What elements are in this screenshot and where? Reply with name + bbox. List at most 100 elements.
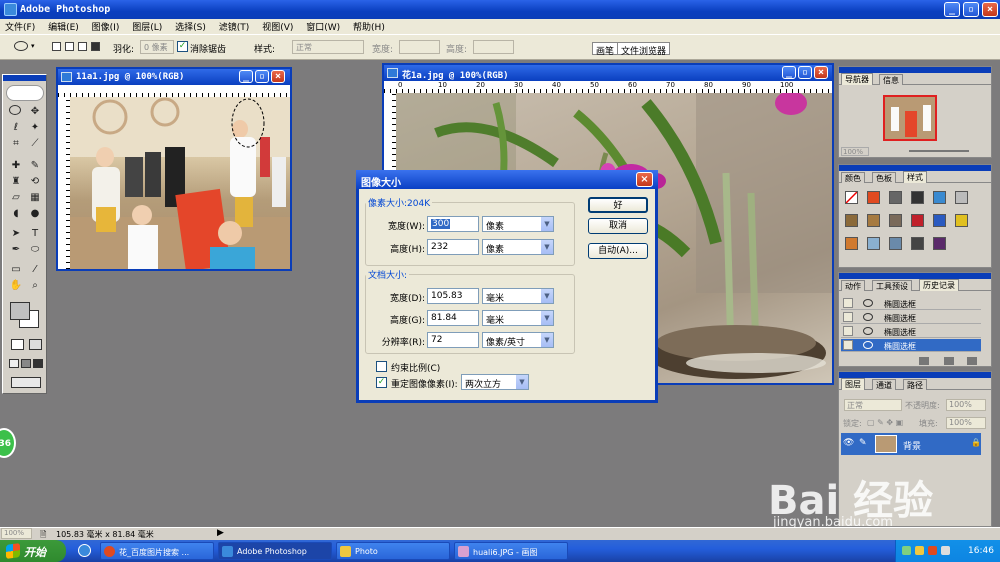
- screen-mode-standard-icon[interactable]: [9, 359, 19, 368]
- style-swatch[interactable]: [845, 237, 858, 250]
- pixel-height-unit-select[interactable]: 像素 ▼: [482, 239, 554, 255]
- menu-help[interactable]: 帮助(H): [348, 19, 390, 33]
- clone-stamp-icon[interactable]: ♜: [9, 175, 23, 188]
- start-button[interactable]: 开始: [0, 540, 66, 562]
- navigator-zoom-slider[interactable]: [909, 150, 969, 152]
- hand-tool-icon[interactable]: ✋: [9, 279, 23, 292]
- tab-tool-presets[interactable]: 工具预设: [872, 280, 912, 291]
- style-swatch[interactable]: [867, 214, 880, 227]
- auto-button[interactable]: 自动(A)...: [588, 243, 648, 259]
- width-input[interactable]: [399, 40, 440, 54]
- foreground-color-swatch[interactable]: [10, 302, 30, 320]
- history-brush-source-box[interactable]: [843, 340, 853, 350]
- constrain-proportions-checkbox[interactable]: [376, 361, 387, 372]
- style-swatch[interactable]: [955, 214, 968, 227]
- menu-select[interactable]: 选择(S): [170, 19, 211, 33]
- shape-tool-icon[interactable]: ⬭: [28, 243, 42, 256]
- quick-launch-ie-icon[interactable]: [78, 544, 91, 557]
- tray-volume-icon[interactable]: [941, 546, 950, 555]
- screen-mode-full-icon[interactable]: [33, 359, 43, 368]
- notes-tool-icon[interactable]: ▭: [9, 263, 23, 276]
- ellipse-tool-icon[interactable]: [14, 41, 28, 51]
- blend-mode-select[interactable]: 正常: [844, 399, 902, 411]
- style-select[interactable]: 正常: [292, 40, 364, 54]
- new-selection-icon[interactable]: [52, 42, 61, 51]
- layer-row-background[interactable]: 👁 ✎ 背景 🔒: [841, 433, 981, 455]
- minimize-button[interactable]: _: [944, 2, 960, 17]
- tab-swatches[interactable]: 色板: [872, 172, 896, 183]
- close-button[interactable]: ×: [982, 2, 998, 17]
- task-paint[interactable]: huali6.JPG - 画图: [454, 542, 568, 560]
- tab-file-browser[interactable]: 文件浏览器: [617, 42, 671, 57]
- tab-history[interactable]: 历史记录: [919, 279, 959, 291]
- doc-height-unit-select[interactable]: 毫米 ▼: [482, 310, 554, 326]
- history-item-active[interactable]: 椭圆选框: [841, 339, 981, 352]
- doc-width-input[interactable]: 105.83: [427, 288, 479, 304]
- blur-tool-icon[interactable]: ◖: [9, 207, 23, 220]
- quick-mask-icon[interactable]: [29, 339, 42, 350]
- new-document-from-state-icon[interactable]: [919, 357, 929, 365]
- new-snapshot-icon[interactable]: [944, 357, 954, 365]
- trash-icon[interactable]: [967, 357, 977, 365]
- style-swatch[interactable]: [933, 191, 946, 204]
- slice-tool-icon[interactable]: ⟋: [28, 137, 42, 150]
- menu-edit[interactable]: 编辑(E): [43, 19, 84, 33]
- brush-link-icon[interactable]: ✎: [859, 438, 867, 448]
- cancel-button[interactable]: 取消: [588, 218, 648, 234]
- intersect-selection-icon[interactable]: [91, 42, 100, 51]
- menu-filter[interactable]: 滤镜(T): [214, 19, 255, 33]
- tab-color[interactable]: 颜色: [841, 172, 865, 183]
- tray-ime-icon[interactable]: [915, 546, 924, 555]
- jump-to-imageready-icon[interactable]: [11, 377, 41, 388]
- screen-mode-menu-icon[interactable]: [21, 359, 31, 368]
- style-swatch[interactable]: [845, 214, 858, 227]
- doc2-maximize-button[interactable]: ▫: [798, 66, 812, 79]
- tab-brushes[interactable]: 画笔: [592, 42, 619, 57]
- doc-width-unit-select[interactable]: 毫米 ▼: [482, 288, 554, 304]
- tab-actions[interactable]: 动作: [841, 280, 865, 291]
- tray-network-icon[interactable]: [902, 546, 911, 555]
- opacity-input[interactable]: 100%: [946, 399, 986, 411]
- resample-method-select[interactable]: 两次立方 ▼: [461, 374, 529, 390]
- eraser-tool-icon[interactable]: ▱: [9, 191, 23, 204]
- style-swatch[interactable]: [889, 237, 902, 250]
- pen-tool-icon[interactable]: ✒: [9, 243, 23, 256]
- tab-layers[interactable]: 图层: [841, 378, 865, 390]
- history-item[interactable]: 椭圆选框: [841, 311, 981, 324]
- doc2-minimize-button[interactable]: _: [782, 66, 796, 79]
- dodge-tool-icon[interactable]: ●: [28, 207, 42, 220]
- resolution-input[interactable]: 72: [427, 332, 479, 348]
- standard-mode-icon[interactable]: [11, 339, 24, 350]
- style-swatch[interactable]: [911, 237, 924, 250]
- status-menu-arrow-icon[interactable]: ▶: [217, 528, 224, 538]
- tab-navigator[interactable]: 导航器: [841, 73, 873, 85]
- type-tool-icon[interactable]: T: [28, 227, 42, 240]
- tab-styles[interactable]: 样式: [903, 171, 927, 183]
- gradient-tool-icon[interactable]: ▦: [28, 191, 42, 204]
- brush-tool-icon[interactable]: ✎: [28, 159, 42, 172]
- history-brush-source-box[interactable]: [843, 298, 853, 308]
- maximize-button[interactable]: ▫: [963, 2, 979, 17]
- height-input[interactable]: [473, 40, 514, 54]
- style-swatch[interactable]: [867, 191, 880, 204]
- pixel-width-input[interactable]: 300: [427, 216, 479, 232]
- add-selection-icon[interactable]: [65, 42, 74, 51]
- menu-file[interactable]: 文件(F): [0, 19, 40, 33]
- dialog-close-button[interactable]: ×: [636, 172, 653, 187]
- eyedropper-icon[interactable]: ⁄: [28, 263, 42, 276]
- pixel-width-unit-select[interactable]: 像素 ▼: [482, 216, 554, 232]
- feather-input[interactable]: 0 像素: [140, 40, 174, 54]
- tab-info[interactable]: 信息: [879, 74, 903, 85]
- style-swatch[interactable]: [911, 191, 924, 204]
- path-select-icon[interactable]: ➤: [9, 227, 23, 240]
- history-item[interactable]: 椭圆选框: [841, 297, 981, 310]
- antialias-checkbox[interactable]: ✓: [177, 41, 188, 52]
- crop-tool-icon[interactable]: ⌗: [9, 137, 23, 150]
- tab-paths[interactable]: 路径: [903, 379, 927, 390]
- tool-preset-dropdown-icon[interactable]: ▾: [31, 42, 35, 50]
- task-folder[interactable]: Photo: [336, 542, 450, 560]
- doc2-close-button[interactable]: ×: [814, 66, 828, 79]
- tray-app-icon[interactable]: [928, 546, 937, 555]
- style-swatch[interactable]: [889, 191, 902, 204]
- doc1-minimize-button[interactable]: _: [239, 70, 253, 83]
